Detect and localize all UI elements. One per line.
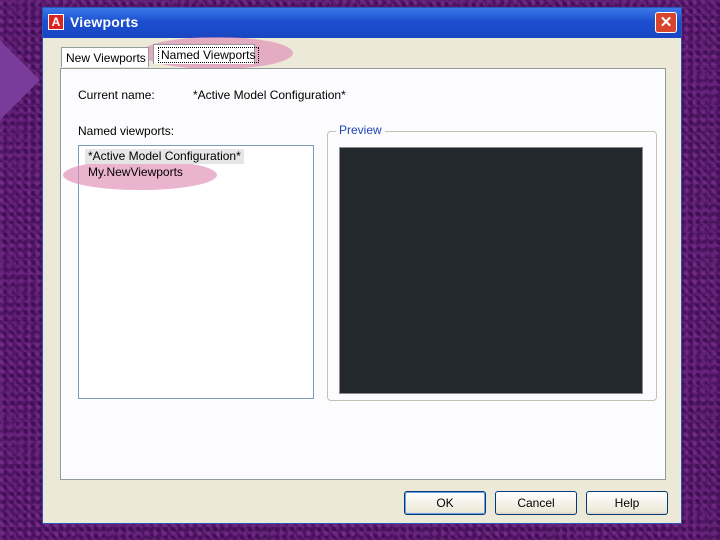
current-name-label: Current name: — [78, 88, 155, 102]
tab-panel: Current name: *Active Model Configuratio… — [60, 68, 666, 480]
named-viewports-list[interactable]: *Active Model Configuration* My.NewViewp… — [63, 145, 314, 399]
list-item[interactable]: My.NewViewports — [85, 165, 186, 180]
viewports-dialog: A Viewports ✕ New Viewports Named Viewpo… — [42, 7, 682, 524]
tab-new-viewports[interactable]: New Viewports — [61, 47, 149, 67]
tab-label: New Viewports — [66, 51, 146, 65]
cancel-button[interactable]: Cancel — [495, 491, 577, 515]
background-decoration — [0, 40, 40, 120]
help-button[interactable]: Help — [586, 491, 668, 515]
close-icon: ✕ — [659, 14, 673, 31]
window-title: Viewports — [70, 14, 139, 30]
current-name-value: *Active Model Configuration* — [193, 88, 346, 102]
ok-button[interactable]: OK — [404, 491, 486, 515]
autocad-app-icon: A — [48, 14, 64, 30]
close-button[interactable]: ✕ — [655, 12, 677, 33]
tab-named-viewports[interactable]: Named Viewports — [153, 44, 259, 64]
list-item[interactable]: *Active Model Configuration* — [85, 149, 244, 164]
preview-group: Preview — [327, 123, 657, 401]
named-viewports-label: Named viewports: — [78, 124, 175, 138]
preview-label: Preview — [336, 123, 385, 137]
title-bar[interactable]: A Viewports ✕ — [43, 8, 681, 38]
tab-label: Named Viewports — [158, 47, 259, 63]
preview-canvas — [339, 147, 643, 394]
